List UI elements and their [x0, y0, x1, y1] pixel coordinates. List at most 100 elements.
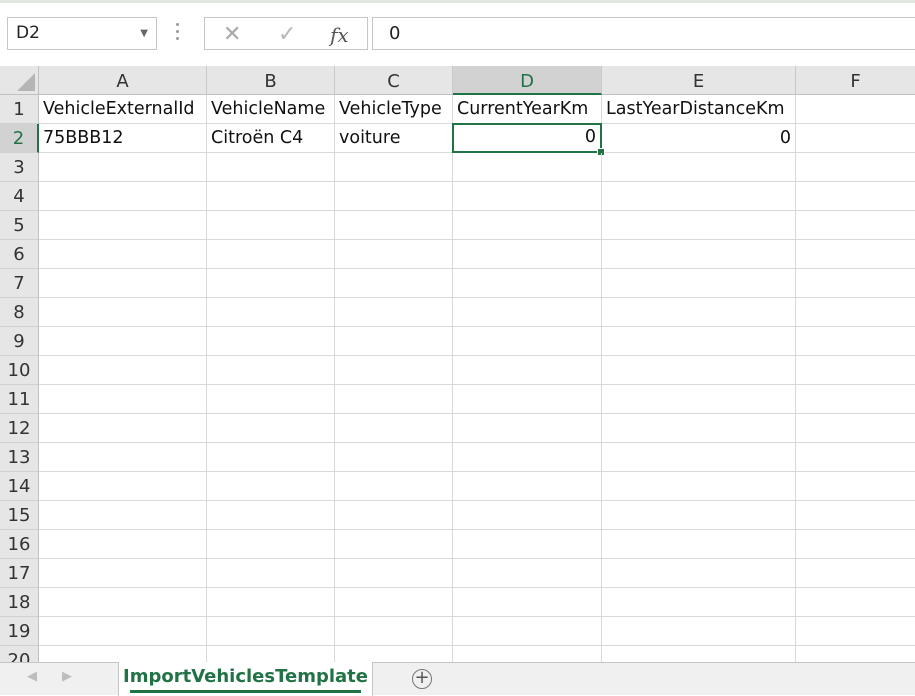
row-header[interactable]: 18	[0, 588, 39, 617]
cell[interactable]	[796, 559, 915, 588]
cell[interactable]	[207, 414, 335, 443]
cell[interactable]	[335, 617, 453, 646]
formula-input[interactable]: 0	[372, 17, 915, 50]
chevron-right-icon[interactable]: ▶	[62, 669, 72, 684]
chevron-down-icon[interactable]: ▼	[140, 18, 148, 49]
cell[interactable]	[796, 356, 915, 385]
column-header-d[interactable]: D	[453, 66, 602, 95]
cell[interactable]	[602, 327, 796, 356]
cell-d2-active[interactable]: 0	[452, 123, 602, 153]
cell[interactable]	[796, 240, 915, 269]
cell[interactable]	[207, 646, 335, 662]
cell[interactable]	[602, 385, 796, 414]
cell[interactable]	[602, 182, 796, 211]
cell[interactable]	[335, 182, 453, 211]
cell[interactable]	[39, 646, 207, 662]
drag-handle-icon[interactable]	[176, 23, 180, 44]
cell[interactable]	[335, 240, 453, 269]
cell[interactable]	[39, 501, 207, 530]
cell[interactable]	[796, 269, 915, 298]
cell[interactable]	[39, 385, 207, 414]
cell-d1[interactable]: CurrentYearKm	[453, 95, 602, 124]
cell-b2[interactable]: Citroën C4	[207, 124, 335, 153]
cell[interactable]	[453, 588, 602, 617]
insert-function-icon[interactable]: fx	[330, 23, 349, 47]
cell[interactable]	[39, 298, 207, 327]
cell[interactable]	[335, 211, 453, 240]
cell[interactable]	[453, 153, 602, 182]
cell[interactable]	[335, 153, 453, 182]
column-header-a[interactable]: A	[39, 66, 207, 95]
row-header[interactable]: 20	[0, 646, 39, 662]
cell[interactable]	[39, 472, 207, 501]
cell[interactable]	[602, 269, 796, 298]
cell[interactable]	[453, 472, 602, 501]
cell[interactable]	[453, 646, 602, 662]
cell[interactable]	[207, 617, 335, 646]
cell[interactable]	[39, 269, 207, 298]
row-header[interactable]: 15	[0, 501, 39, 530]
cell[interactable]	[453, 240, 602, 269]
cell-c1[interactable]: VehicleType	[335, 95, 453, 124]
row-header[interactable]: 17	[0, 559, 39, 588]
cell[interactable]	[602, 298, 796, 327]
cell[interactable]	[796, 211, 915, 240]
plus-circle-icon[interactable]: +	[412, 669, 432, 689]
cell[interactable]	[39, 559, 207, 588]
cell[interactable]	[39, 211, 207, 240]
cell[interactable]	[453, 530, 602, 559]
cell[interactable]	[39, 443, 207, 472]
cell[interactable]	[796, 588, 915, 617]
cell[interactable]	[453, 298, 602, 327]
cell-a1[interactable]: VehicleExternalId	[39, 95, 207, 124]
cell[interactable]	[39, 414, 207, 443]
row-header[interactable]: 6	[0, 240, 39, 269]
row-header[interactable]: 8	[0, 298, 39, 327]
cell[interactable]	[335, 385, 453, 414]
cell[interactable]	[453, 385, 602, 414]
cell[interactable]	[453, 559, 602, 588]
cell[interactable]	[453, 327, 602, 356]
cell[interactable]	[796, 182, 915, 211]
cell[interactable]	[207, 327, 335, 356]
cell[interactable]	[602, 646, 796, 662]
cell-b1[interactable]: VehicleName	[207, 95, 335, 124]
cell[interactable]	[453, 269, 602, 298]
cell[interactable]	[796, 646, 915, 662]
cell[interactable]	[207, 269, 335, 298]
cell[interactable]	[453, 501, 602, 530]
cell[interactable]	[335, 472, 453, 501]
cell[interactable]	[602, 472, 796, 501]
row-header[interactable]: 2	[0, 124, 39, 153]
row-header[interactable]: 14	[0, 472, 39, 501]
cell[interactable]	[602, 356, 796, 385]
cell[interactable]	[335, 414, 453, 443]
cell[interactable]	[796, 617, 915, 646]
select-all-button[interactable]	[0, 66, 39, 95]
cell[interactable]	[207, 559, 335, 588]
cell[interactable]	[602, 211, 796, 240]
cell[interactable]	[453, 617, 602, 646]
cell[interactable]	[207, 588, 335, 617]
cell[interactable]	[39, 153, 207, 182]
row-header[interactable]: 16	[0, 530, 39, 559]
cell[interactable]	[796, 327, 915, 356]
row-header[interactable]: 1	[0, 95, 39, 124]
cell[interactable]	[335, 298, 453, 327]
cell[interactable]	[39, 617, 207, 646]
cell[interactable]	[207, 211, 335, 240]
cell[interactable]	[796, 414, 915, 443]
cell[interactable]	[796, 472, 915, 501]
cell[interactable]	[602, 153, 796, 182]
cell[interactable]	[335, 530, 453, 559]
cell-f1[interactable]	[796, 95, 915, 124]
cell[interactable]	[453, 414, 602, 443]
cell[interactable]	[207, 443, 335, 472]
close-icon[interactable]: ✕	[223, 22, 241, 47]
cell[interactable]	[453, 443, 602, 472]
cell[interactable]	[207, 472, 335, 501]
cell[interactable]	[796, 385, 915, 414]
row-header[interactable]: 13	[0, 443, 39, 472]
cell[interactable]	[602, 588, 796, 617]
cell[interactable]	[335, 443, 453, 472]
